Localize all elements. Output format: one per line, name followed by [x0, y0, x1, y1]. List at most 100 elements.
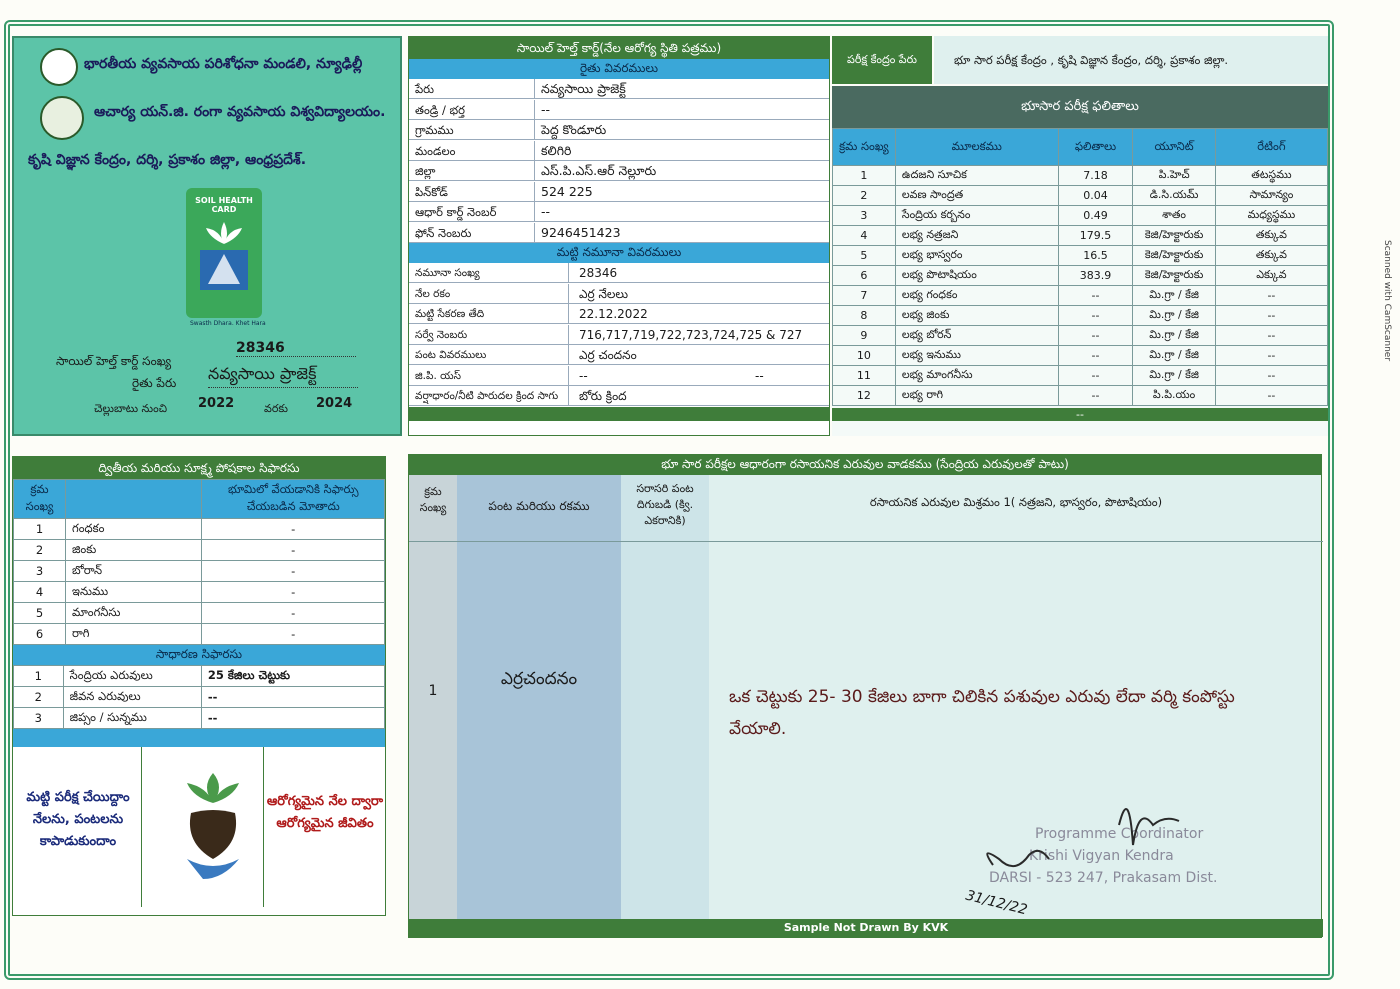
results-cell: సేంద్రియ కర్బనం	[894, 205, 1059, 226]
results-cell: 12	[832, 385, 896, 406]
sample-value: 22.12.2022	[569, 304, 829, 324]
micro-cell: -	[201, 623, 385, 645]
micro-row: 1 గంధకం -	[12, 518, 385, 540]
results-cell: 9	[832, 325, 896, 346]
results-cell: 1	[832, 165, 896, 186]
card-number-label: సాయిల్ హెల్త్ కార్డ్ సంఖ్య	[56, 354, 172, 368]
sample-value: బోరు క్రింద	[569, 386, 829, 406]
h-sno: క్రమ సంఖ్య	[419, 485, 447, 514]
details-footer-bar	[409, 407, 829, 421]
detail-value: 9246451423	[535, 223, 829, 243]
micro-cell: రాగి	[65, 623, 203, 645]
logo-text-1: SOIL HEALTH	[195, 196, 253, 205]
sample-label: నమూనా సంఖ్య	[409, 263, 569, 283]
results-cell: 0.04	[1057, 185, 1134, 206]
micro-cell: 2	[12, 539, 67, 561]
detail-value: కలిగిరి	[535, 141, 829, 161]
results-cell: కెజి/హెక్టారుకు	[1132, 245, 1216, 266]
validity-from-label: చెల్లుబాటు నుంచి	[94, 402, 168, 415]
sample-label: మట్టి సేకరణ తేది	[409, 304, 569, 324]
detail-label: పిన్‌కోడ్	[409, 181, 535, 202]
soil-plant-icon	[187, 773, 239, 879]
results-cell: సామాన్యం	[1214, 185, 1329, 206]
general-cell: 3	[13, 707, 64, 729]
sample-label: సర్వే నెంబరు	[409, 324, 569, 345]
detail-label: గ్రామము	[409, 120, 535, 140]
validity-from: 2022	[198, 396, 235, 411]
micro-cell: బోరాన్	[65, 560, 203, 582]
results-cell: --	[1057, 325, 1134, 346]
slogan-right: ఆరోగ్యమైన నేల ద్వారా ఆరోగ్యమైన జీవితం	[266, 794, 384, 831]
slogan-left: మట్టి పరీక్ష చేయిద్దాం నేలను, పంటలను కాప…	[26, 790, 130, 849]
validity-to-label: వరకు	[264, 402, 288, 415]
icar-logo-icon	[40, 48, 78, 86]
details-panel: సాయిల్ హెల్త్ కార్డ్(నేల ఆరోగ్య స్థితి ప…	[408, 36, 830, 436]
h-mix: రసాయనిక ఎరువుల మిశ్రమం 1( నత్రజని, భాస్వ…	[869, 495, 1163, 509]
lab-name-value: భూ సార పరీక్ష కేంద్రం , కృషి విజ్ఞాన కేం…	[934, 36, 1328, 84]
results-row: 11 లభ్య మాంగనీసు -- మి.గ్రా / కేజి --	[832, 365, 1329, 386]
results-cell: మి.గ్రా / కేజి	[1132, 285, 1216, 306]
results-row: 4 లభ్య నత్రజని 179.5 కెజి/హెక్టారుకు తక్కువ	[832, 225, 1329, 246]
lab-name-label: పరీక్ష కేంద్రం పేరు	[832, 36, 932, 84]
results-cell: --	[1214, 325, 1329, 346]
header-line3: కృషి విజ్ఞాన కేంద్రం, దర్శి, ప్రకాశం జిల…	[28, 152, 307, 168]
results-title: భూసార పరీక్ష ఫలితాలు	[832, 86, 1328, 128]
detail-label: మండలం	[409, 140, 535, 161]
results-cell: 8	[832, 305, 896, 326]
results-row: 3 సేంద్రియ కర్బనం 0.49 శాతం మధ్యస్థము	[832, 205, 1329, 226]
results-header-cell: ఫలితాలు	[1057, 128, 1134, 166]
h-crop: పంట మరియు రకము	[488, 499, 590, 513]
micro-row: 5 మాంగనీసు -	[12, 602, 385, 624]
general-cell: జిప్సం / సున్నము	[62, 707, 202, 729]
results-cell: 4	[832, 225, 896, 246]
results-cell: 0.49	[1057, 205, 1134, 226]
general-title: సాధారణ సిఫారసు	[13, 645, 385, 665]
general-row: 1 సేంద్రియ ఎరువులు 25 కేజిలు చెట్టుకు	[13, 665, 386, 687]
results-cell: లభ్య నత్రజని	[894, 225, 1059, 246]
micro-cell: -	[201, 539, 385, 561]
micro-header-cell: భూమిలో వేయడానికి సిఫార్సు చేయబడిన మోతాదు	[201, 479, 385, 519]
results-cell: 383.9	[1057, 265, 1134, 286]
results-cell: లభ్య బోరన్	[894, 325, 1059, 346]
logo-text-2: CARD	[211, 205, 237, 214]
header-row-line	[409, 541, 1323, 542]
detail-label: ఆధార్ కార్డ్ నెంబర్	[409, 202, 535, 222]
results-cell: లభ్య పొటాషియం	[894, 265, 1059, 286]
slogan-area: మట్టి పరీక్ష చేయిద్దాం నేలను, పంటలను కాప…	[13, 747, 385, 907]
results-cell: 10	[832, 345, 896, 366]
results-panel: భూసార పరీక్ష ఫలితాలు క్రమ సంఖ్య మూలకము ఫలి…	[832, 86, 1329, 436]
results-cell: తటస్థము	[1214, 165, 1329, 186]
results-row: 2 లవణ సాంద్రత 0.04 డి.సి.యమ్ సామాన్యం	[832, 185, 1329, 206]
results-cell: తక్కువ	[1214, 245, 1329, 266]
results-header-cell: రేటింగ్	[1214, 128, 1329, 166]
results-header-cell: క్రమ సంఖ్య	[832, 128, 896, 166]
micro-row: 2 జింకు -	[12, 539, 385, 561]
scanner-watermark: Scanned with CamScanner	[1382, 240, 1392, 362]
fertilizer-panel: భూ సార పరీక్షల ఆధారంగా రసాయనిక ఎరువుల వా…	[408, 454, 1323, 938]
results-cell: 2	[832, 185, 896, 206]
results-cell: 16.5	[1057, 245, 1134, 266]
results-cell: కెజి/హెక్టారుకు	[1132, 265, 1216, 286]
validity-to: 2024	[316, 396, 353, 411]
farmer-name: నవ్యసాయి ప్రాజెక్ట్	[208, 364, 358, 388]
detail-label: పేరు	[409, 79, 535, 99]
results-header-cell: మూలకము	[894, 128, 1059, 166]
sample-value: ఎర్ర చందనం	[569, 345, 829, 365]
general-row: 2 జీవన ఎరువులు --	[13, 686, 386, 708]
results-row: 8 లభ్య జింకు -- మి.గ్రా / కేజి --	[832, 305, 1329, 326]
results-cell: తక్కువ	[1214, 225, 1329, 246]
farmer-details-title: రైతు వివరములు	[409, 59, 829, 79]
results-cell: లవణ సాంద్రత	[894, 185, 1059, 206]
micro-row: 6 రాగి -	[12, 623, 385, 645]
results-cell: మి.గ్రా / కేజి	[1132, 325, 1216, 346]
results-cell: కెజి/హెక్టారుకు	[1132, 225, 1216, 246]
micro-cell: గంధకం	[65, 518, 203, 540]
detail-value: --	[535, 202, 829, 222]
results-cell: మి.గ్రా / కేజి	[1132, 305, 1216, 326]
general-cell: 25 కేజిలు చెట్టుకు	[200, 665, 386, 687]
results-row: 7 లభ్య గంధకం -- మి.గ్రా / కేజి --	[832, 285, 1329, 306]
results-cell: లభ్య మాంగనీసు	[894, 365, 1059, 386]
results-row: 1 ఉదజని సూచిక 7.18 పి.హెచ్ తటస్థము	[832, 165, 1329, 186]
micro-cell: -	[201, 581, 385, 603]
results-row: 10 లభ్య ఇనుము -- మి.గ్రా / కేజి --	[832, 345, 1329, 366]
